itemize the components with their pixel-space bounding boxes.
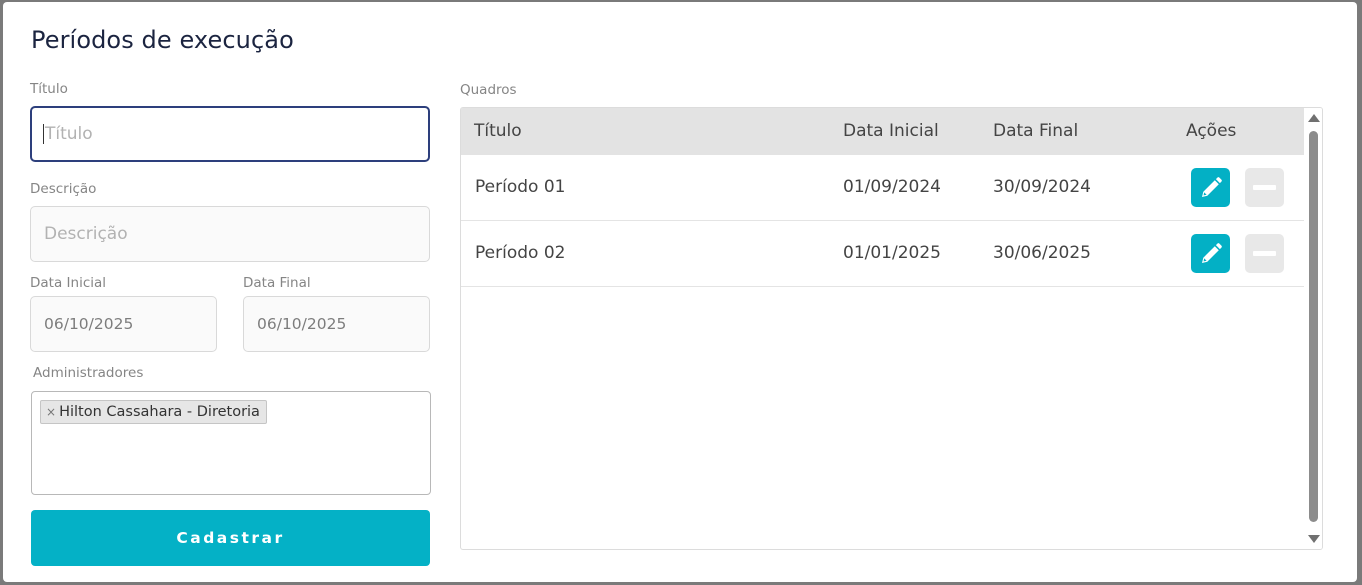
row-data-inicial: 01/01/2025: [843, 243, 941, 263]
periodos-modal: Períodos de execução Título Título Descr…: [3, 2, 1357, 582]
administradores-select[interactable]: × Hilton Cassahara - Diretoria: [31, 391, 431, 495]
descricao-input[interactable]: Descrição: [30, 206, 430, 262]
table-row: Período 01 01/09/2024 30/09/2024: [461, 155, 1304, 221]
administrador-tag: × Hilton Cassahara - Diretoria: [40, 400, 267, 424]
table-row: Período 02 01/01/2025 30/06/2025: [461, 221, 1304, 287]
administrador-tag-label: Hilton Cassahara - Diretoria: [59, 404, 260, 420]
remove-button[interactable]: [1245, 168, 1284, 207]
data-final-label: Data Final: [243, 275, 311, 291]
row-titulo: Período 01: [475, 177, 566, 197]
edit-button[interactable]: [1191, 168, 1230, 207]
scroll-up-arrow-icon[interactable]: [1308, 114, 1320, 122]
column-header-data-inicial[interactable]: Data Inicial: [843, 121, 939, 141]
data-inicial-input[interactable]: 06/10/2025: [30, 296, 217, 352]
table-scrollbar[interactable]: [1305, 108, 1322, 549]
minus-icon: [1253, 185, 1276, 190]
table-header: Título Data Inicial Data Final Ações: [461, 108, 1304, 155]
cadastrar-button[interactable]: Cadastrar: [31, 510, 430, 566]
data-final-input[interactable]: 06/10/2025: [243, 296, 430, 352]
titulo-input[interactable]: Título: [30, 106, 430, 162]
minus-icon: [1253, 251, 1276, 256]
titulo-placeholder: Título: [45, 124, 93, 144]
descricao-placeholder: Descrição: [44, 224, 128, 244]
row-titulo: Período 02: [475, 243, 566, 263]
data-inicial-label: Data Inicial: [30, 275, 107, 291]
quadros-table: Título Data Inicial Data Final Ações Per…: [460, 107, 1323, 550]
row-data-final: 30/09/2024: [993, 177, 1091, 197]
pencil-icon: [1201, 176, 1222, 197]
column-header-titulo[interactable]: Título: [474, 121, 522, 141]
row-data-final: 30/06/2025: [993, 243, 1091, 263]
pencil-icon: [1201, 242, 1222, 263]
scroll-down-arrow-icon[interactable]: [1308, 535, 1320, 543]
data-final-value: 06/10/2025: [257, 315, 347, 333]
titulo-label: Título: [30, 81, 68, 97]
row-data-inicial: 01/09/2024: [843, 177, 941, 197]
scrollbar-thumb[interactable]: [1309, 131, 1318, 522]
column-header-acoes: Ações: [1186, 121, 1237, 141]
remove-button[interactable]: [1245, 234, 1284, 273]
text-caret: [43, 124, 44, 144]
data-inicial-value: 06/10/2025: [44, 315, 134, 333]
modal-title: Períodos de execução: [31, 26, 294, 54]
administradores-label: Administradores: [33, 365, 144, 381]
edit-button[interactable]: [1191, 234, 1230, 273]
descricao-label: Descrição: [30, 181, 97, 197]
tag-remove-icon[interactable]: ×: [46, 405, 56, 419]
quadros-label: Quadros: [460, 82, 517, 98]
column-header-data-final[interactable]: Data Final: [993, 121, 1078, 141]
